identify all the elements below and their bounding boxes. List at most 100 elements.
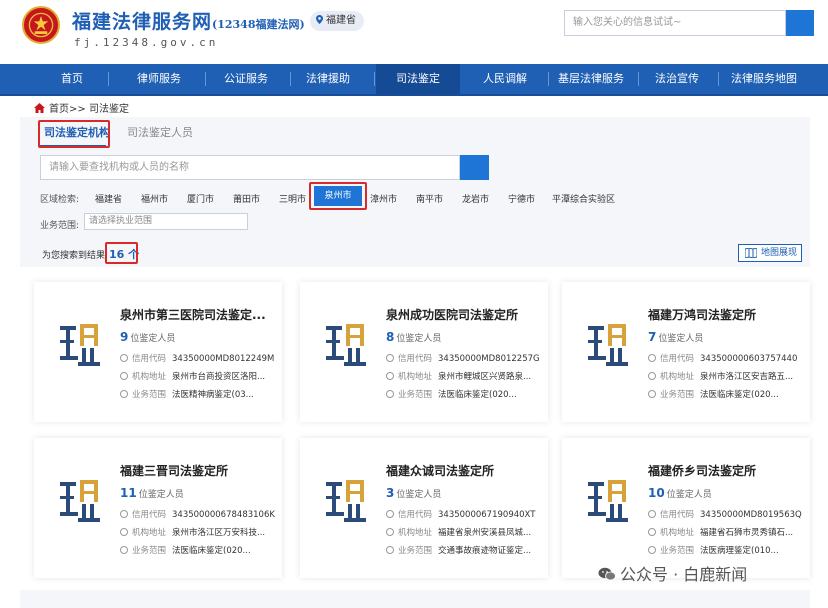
scope-icon [648,390,656,398]
site-header: 福建法律服务网(12348福建法网) fj.12348.gov.cn 福建省 输… [0,0,828,64]
institution-card[interactable]: 福建万鸿司法鉴定所 7 位鉴定人员信用代码 343500000603757440 机构地… [562,282,810,422]
institution-name[interactable]: 福建众诚司法鉴定所 [386,462,542,479]
scope-row: 业务范围 法医临床鉴定(020... [120,544,278,556]
credit-code-row: 信用代码 34350000MD8012257G [386,352,544,364]
nav-mediation[interactable]: 人民调解 [470,64,540,94]
main-nav: 首页 律师服务 公证服务 法律援助 司法鉴定 人民调解 基层法律服务 法治宣传 … [0,64,828,96]
scope-icon [386,390,394,398]
scope-icon [120,390,128,398]
result-summary: 为您搜索到结果 [42,251,106,261]
credit-code-icon [120,510,128,518]
scope-row: 业务范围 法医临床鉴定(020... [648,388,806,400]
credit-code-icon [648,354,656,362]
next-row-cards [20,590,810,608]
region-zhangzhou[interactable]: 漳州市 [370,192,397,205]
scope-row: 业务范围 交通事故痕迹物证鉴定... [386,544,544,556]
credit-code-row: 信用代码 343500000678483106K [120,508,278,520]
staff-count: 8 位鉴定人员 [386,330,442,344]
region-ningde[interactable]: 宁德市 [508,192,535,205]
staff-count: 3 位鉴定人员 [386,486,442,500]
judicial-appraisal-logo-icon [60,324,100,366]
region-xiamen[interactable]: 厦门市 [187,192,214,205]
wechat-icon [598,567,616,581]
address-row: 机构地址 泉州市洛江区万安科技... [120,526,278,538]
address-row: 机构地址 福建省石狮市灵秀镇石... [648,526,806,538]
nav-lawyer-service[interactable]: 律师服务 [122,64,196,94]
site-title[interactable]: 福建法律服务网(12348福建法网) [72,7,305,34]
institution-name[interactable]: 福建侨乡司法鉴定所 [648,462,804,479]
institution-search-input[interactable]: 请输入要查找机构或人员的名称 [40,155,460,180]
location-icon [648,372,656,380]
staff-count: 11 位鉴定人员 [120,486,184,500]
site-search-input[interactable]: 输入您关心的信息试试~ [564,10,786,36]
scope-icon [120,546,128,554]
national-emblem-icon [22,6,60,44]
credit-code-icon [120,354,128,362]
staff-count: 7 位鉴定人员 [648,330,704,344]
address-row: 机构地址 福建省泉州安溪县凤城... [386,526,544,538]
institution-card[interactable]: 泉州市第三医院司法鉴定... 9 位鉴定人员信用代码 34350000MD801224… [34,282,282,422]
map-icon [745,248,757,258]
watermark: 公众号 · 白鹿新闻 [598,561,747,585]
region-putian[interactable]: 莆田市 [233,192,260,205]
judicial-appraisal-logo-icon [326,324,366,366]
region-selector[interactable]: 福建省 [310,11,364,31]
breadcrumb: 首页>> 司法鉴定 [34,100,129,115]
location-icon [648,528,656,536]
site-domain: fj.12348.gov.cn [74,36,219,49]
institution-card[interactable]: 福建众诚司法鉴定所 3 位鉴定人员 信用代码 3435000067190940XT 机构地… [300,438,548,578]
location-icon [386,528,394,536]
location-icon [386,372,394,380]
highlight-box-tab [38,120,110,148]
region-nanping[interactable]: 南平市 [416,192,443,205]
address-row: 机构地址 泉州市洛江区安吉路五... [648,370,806,382]
institution-search-button[interactable] [460,155,489,180]
region-fujian[interactable]: 福建省 [95,192,122,205]
institution-card[interactable]: 福建侨乡司法鉴定所 10 位鉴定人员 信用代码 34350000MD8019563Q 机构… [562,438,810,578]
highlight-box-count [105,242,138,264]
judicial-appraisal-logo-icon [326,480,366,522]
institution-name[interactable]: 泉州成功医院司法鉴定所 [386,306,542,323]
staff-count: 9 位鉴定人员 [120,330,176,344]
scope-row: 业务范围 法医病理鉴定(010... [648,544,806,556]
nav-service-map[interactable]: 法律服务地图 [724,64,804,94]
scope-icon [648,546,656,554]
region-pingtan[interactable]: 平潭综合实验区 [552,192,615,205]
institution-name[interactable]: 福建万鸿司法鉴定所 [648,306,804,323]
region-filter-label: 区域检索: [40,195,80,205]
breadcrumb-current: 司法鉴定 [88,104,129,115]
home-icon[interactable] [34,103,45,113]
institution-card[interactable]: 泉州成功医院司法鉴定所 8 位鉴定人员信用代码 34350000MD8012257G 机… [300,282,548,422]
judicial-appraisal-logo-icon [588,480,628,522]
address-row: 机构地址 泉州市台商投资区洛阳... [120,370,278,382]
location-icon [120,372,128,380]
region-longyan[interactable]: 龙岩市 [462,192,489,205]
scope-row: 业务范围 法医精神病鉴定(03... [120,388,278,400]
credit-code-row: 信用代码 343500000603757440 [648,352,806,364]
tab-personnel[interactable]: 司法鉴定人员 [127,124,193,140]
scope-icon [386,546,394,554]
scope-select[interactable]: 请选择执业范围 [84,213,248,230]
site-search-button[interactable] [786,10,814,36]
institution-card[interactable]: 福建三晋司法鉴定所 11 位鉴定人员信用代码 343500000678483106K 机… [34,438,282,578]
map-view-button[interactable]: 地图展现 [738,244,802,262]
address-row: 机构地址 泉州市鲤城区兴贤路泉... [386,370,544,382]
judicial-appraisal-logo-icon [588,324,628,366]
nav-law-publicity[interactable]: 法治宣传 [642,64,712,94]
location-pin-icon [316,15,323,24]
highlight-box-region [309,182,367,210]
nav-home[interactable]: 首页 [40,64,104,94]
institution-name[interactable]: 福建三晋司法鉴定所 [120,462,276,479]
credit-code-icon [386,510,394,518]
nav-judicial-appraisal[interactable]: 司法鉴定 [376,64,460,94]
credit-code-icon [648,510,656,518]
region-fuzhou[interactable]: 福州市 [141,192,168,205]
credit-code-row: 信用代码 34350000MD8012249M [120,352,278,364]
breadcrumb-home[interactable]: 首页 [49,104,69,115]
nav-notary-service[interactable]: 公证服务 [214,64,278,94]
nav-grassroots-legal[interactable]: 基层法律服务 [552,64,630,94]
scope-filter-label: 业务范围: [40,221,80,231]
region-sanming[interactable]: 三明市 [279,192,306,205]
institution-name[interactable]: 泉州市第三医院司法鉴定... [120,306,276,323]
nav-legal-aid[interactable]: 法律援助 [296,64,360,94]
